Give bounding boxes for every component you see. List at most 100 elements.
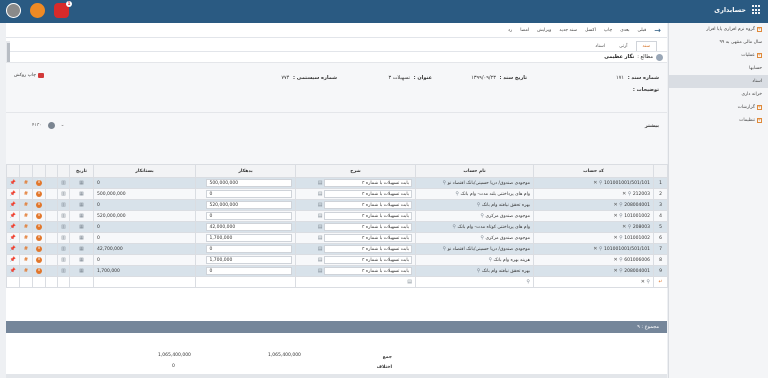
pin-cell[interactable]: 📌 [6,243,20,255]
date-cell[interactable]: ▦ [69,199,94,211]
search-icon[interactable]: ⚲ [646,279,650,285]
note-icon[interactable]: ▤ [318,180,323,186]
empty-cell[interactable] [195,276,296,288]
pin-cell[interactable]: 📌 [6,210,20,222]
clear-icon[interactable]: ✕ [593,180,597,186]
note-icon[interactable]: ▤ [318,246,323,252]
grid-cell[interactable]: ▥ [57,199,70,211]
table-row[interactable]: 8 601006006 ⚲ ✕ هزینه بهره وام بانک ⚲ بابت … [6,254,668,266]
info-icon[interactable]: i [36,224,42,230]
calendar-icon[interactable]: ▦ [79,257,84,263]
note-icon[interactable]: ▤ [407,279,412,285]
debit-cell[interactable]: 42,000,000 [195,221,296,233]
doc-description[interactable]: توضیحات : [631,87,659,93]
table-row[interactable]: 4 101001002 ⚲ ✕ موجودی صندوق مرکزی ⚲ بابت ت… [6,210,668,222]
hash-cell[interactable]: # [19,254,33,266]
table-row[interactable]: 1 101001001/501/101 ⚲ ✕ موجودی صندوق/ دریا… [6,177,668,189]
clear-icon[interactable]: ✕ [613,257,617,263]
empty-cell[interactable] [69,276,94,288]
description-field[interactable]: بابت تسهیلات با شماره ۳ [323,267,412,275]
tab[interactable]: سند [635,41,657,51]
calendar-icon[interactable]: ▦ [79,202,84,208]
description-cell[interactable]: بابت تسهیلات با شماره ۳ ▤ [295,232,416,244]
debit-cell[interactable]: 0 [195,243,296,255]
description-cell[interactable]: بابت تسهیلات با شماره ۳ ▤ [295,265,416,277]
info-cell[interactable]: i [32,232,46,244]
pin-cell[interactable]: 📌 [6,254,20,266]
grid-cell[interactable]: ▥ [57,210,70,222]
date-cell[interactable]: ▦ [69,243,94,255]
description-cell[interactable]: بابت تسهیلات با شماره ۳ ▤ [295,188,416,200]
pin-cell[interactable]: 📌 [6,232,20,244]
info-cell[interactable]: i [32,210,46,222]
account-name-cell[interactable]: وام های پرداختنی بلند مدت- وام بانک ⚲ [415,188,534,200]
expand-icon[interactable]: + [757,53,762,58]
search-icon[interactable]: ⚲ [477,268,481,274]
tab[interactable]: اسناد [589,42,611,51]
expand-icon[interactable]: + [757,27,762,32]
table-row[interactable]: 2 212003 ⚲ ✕ وام های پرداختنی بلند مدت- وا… [6,188,668,200]
apps-grid-icon[interactable] [750,5,760,15]
pin-icon[interactable]: 📌 [10,202,16,208]
description-field[interactable]: بابت تسهیلات با شماره ۳ [323,256,412,264]
date-cell[interactable]: ▦ [69,177,94,189]
credit-cell[interactable]: 42,700,000 [93,243,196,255]
search-icon[interactable]: ⚲ [599,180,603,186]
hash-cell[interactable]: # [19,232,33,244]
search-icon[interactable]: ⚲ [488,257,492,263]
account-name-cell[interactable]: بهره تحقق نیافته وام بانک ⚲ [415,199,534,211]
table-icon[interactable]: ▥ [61,191,66,197]
toolbar-button[interactable]: سند جدید [559,28,577,33]
info-icon[interactable]: i [36,257,42,263]
calendar-icon[interactable]: ▦ [79,235,84,241]
debit-field[interactable]: 0 [206,245,292,253]
hash-icon[interactable]: # [24,246,28,252]
note-icon[interactable]: ▤ [318,213,323,219]
clear-icon[interactable]: ✕ [593,246,597,252]
search-icon[interactable]: ⚲ [619,268,623,274]
hash-cell[interactable]: # [19,177,33,189]
sidebar-item[interactable]: اسناد [669,75,768,88]
hash-cell[interactable]: # [19,243,33,255]
info-icon[interactable]: i [36,235,42,241]
description-field[interactable]: بابت تسهیلات با شماره ۳ [323,234,412,242]
note-icon[interactable]: ▤ [318,191,323,197]
pin-cell[interactable]: 📌 [6,199,20,211]
debit-cell[interactable]: 500,000,000 [195,177,296,189]
info-icon[interactable]: i [36,202,42,208]
grid-cell[interactable]: ▥ [57,265,70,277]
enter-arrow-icon[interactable]: ↵ [658,279,662,285]
description-cell[interactable]: ▤ [295,276,416,288]
debit-field[interactable]: 0 [206,190,292,198]
clear-icon[interactable]: ✕ [622,191,626,197]
description-field[interactable]: بابت تسهیلات با شماره ۳ [323,190,412,198]
user-avatar-icon[interactable] [6,3,21,18]
hash-icon[interactable]: # [24,235,28,241]
description-field[interactable]: بابت تسهیلات با شماره ۳ [323,201,412,209]
debit-field[interactable]: 0 [206,267,292,275]
pin-icon[interactable]: 📌 [10,268,16,274]
table-icon[interactable]: ▥ [61,202,66,208]
search-icon[interactable]: ⚲ [619,213,623,219]
hash-cell[interactable]: # [19,199,33,211]
pin-icon[interactable]: 📌 [10,191,16,197]
debit-cell[interactable]: 1,700,000 [195,232,296,244]
info-cell[interactable]: i [32,254,46,266]
empty-cell[interactable] [45,276,58,288]
hash-cell[interactable]: # [19,188,33,200]
debit-cell[interactable]: 1,700,000 [195,254,296,266]
table-row[interactable]: 9 208004001 ⚲ ✕ بهره تحقق نیافته وام بانک … [6,265,668,277]
description-cell[interactable]: بابت تسهیلات با شماره ۳ ▤ [295,199,416,211]
empty-cell[interactable] [57,276,70,288]
account-code-cell[interactable]: ⚲ ✕ [533,276,654,288]
description-field[interactable]: بابت تسهیلات با شماره ۳ [323,223,412,231]
account-name-cell[interactable]: ⚲ [415,276,534,288]
description-cell[interactable]: بابت تسهیلات با شماره ۳ ▤ [295,243,416,255]
search-icon[interactable]: ⚲ [452,224,456,230]
credit-cell[interactable]: 520,000,000 [93,210,196,222]
table-row[interactable]: 3 208004001 ⚲ ✕ بهره تحقق نیافته وام بانک … [6,199,668,211]
account-name-cell[interactable]: وام های پرداختنی کوتاه مدت- وام بانک ⚲ [415,221,534,233]
description-cell[interactable]: بابت تسهیلات با شماره ۳ ▤ [295,210,416,222]
note-icon[interactable]: ▤ [318,235,323,241]
table-row[interactable]: 6 101001002 ⚲ ✕ موجودی صندوق مرکزی ⚲ بابت ت… [6,232,668,244]
